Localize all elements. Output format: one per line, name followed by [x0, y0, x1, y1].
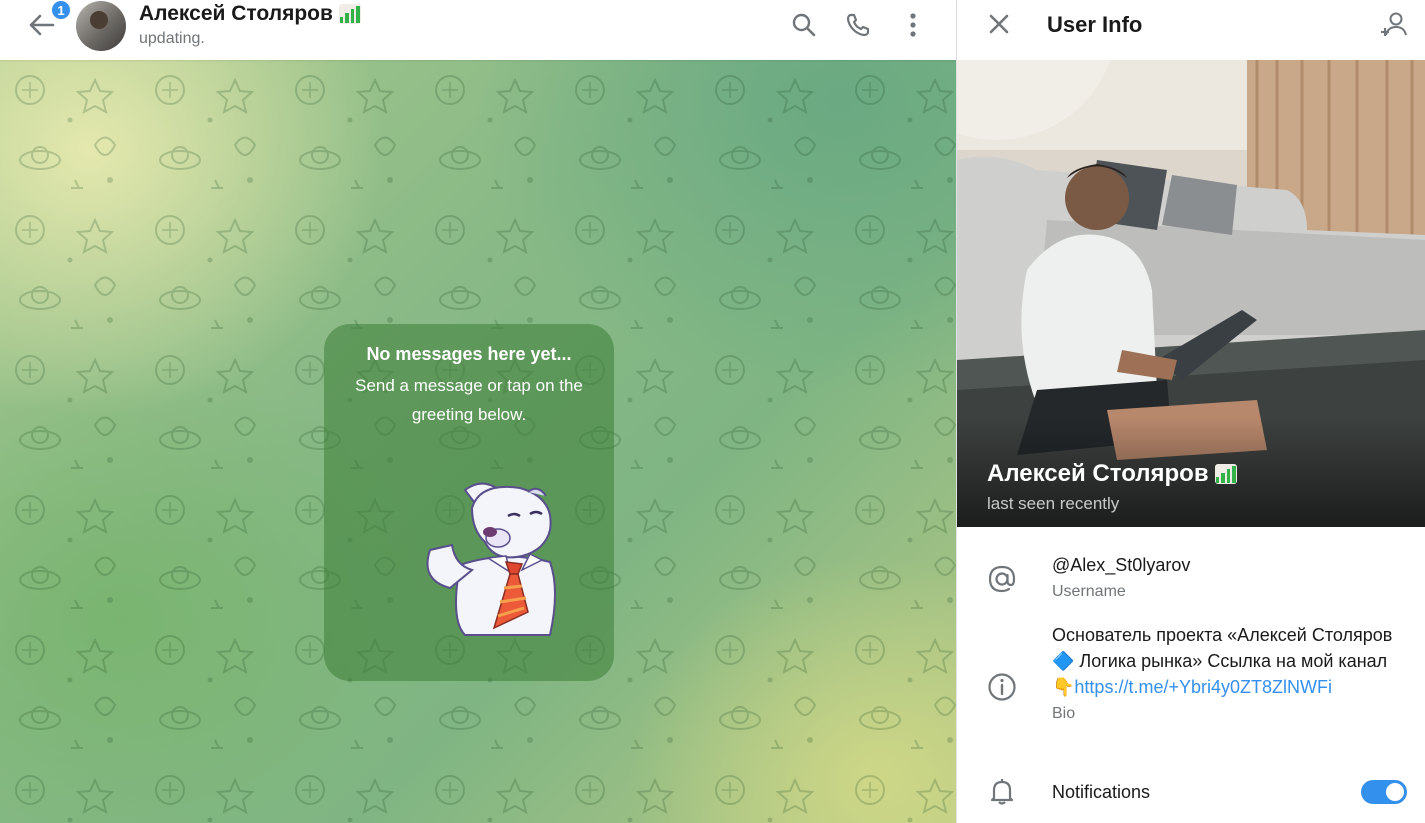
polar-bear-sticker: [426, 482, 556, 636]
username-label: Username: [1052, 583, 1126, 600]
call-button[interactable]: [841, 10, 875, 44]
info-icon: [985, 670, 1019, 704]
add-contact-button[interactable]: [1377, 8, 1413, 44]
bio-text-block: Основатель проекта «Алексей Столяров 🔷 Л…: [1052, 622, 1404, 700]
empty-chat-card: No messages here yet... Send a message o…: [324, 324, 614, 681]
notifications-row[interactable]: Notifications: [957, 768, 1425, 816]
profile-name-text: Алексей Столяров: [987, 460, 1209, 487]
more-vertical-icon: [909, 12, 917, 43]
last-seen: last seen recently: [987, 494, 1120, 513]
panel-header: User Info: [957, 0, 1425, 60]
username-block: @Alex_St0lyarov Username: [1052, 552, 1404, 603]
notifications-label: Notifications: [1052, 782, 1151, 802]
user-info-panel: User Info Алексей Столяров last seen rec…: [956, 0, 1425, 823]
username-row[interactable]: @Alex_St0lyarov Username: [957, 550, 1425, 610]
empty-title: No messages here yet...: [366, 344, 572, 364]
greeting-sticker[interactable]: [410, 470, 570, 640]
chat-title: Алексей Столяров: [139, 2, 361, 26]
bio-block: Основатель проекта «Алексей Столяров 🔷 Л…: [1052, 622, 1404, 725]
more-button[interactable]: [896, 10, 930, 44]
avatar[interactable]: [76, 1, 126, 51]
username-value: @Alex_St0lyarov: [1052, 555, 1191, 575]
add-user-icon: [1381, 10, 1409, 43]
search-icon: [791, 12, 817, 43]
chat-header: 1 Алексей Столяров updating.: [0, 0, 956, 60]
chat-column: 1 Алексей Столяров updating. No messages…: [0, 0, 956, 823]
at-sign-icon: [985, 562, 1019, 596]
profile-photo[interactable]: Алексей Столяров last seen recently: [957, 60, 1425, 527]
bio-label: Bio: [1052, 705, 1076, 722]
empty-subtitle: Send a message or tap on the greeting be…: [355, 376, 583, 424]
profile-name: Алексей Столяров: [987, 460, 1237, 488]
chat-info[interactable]: Алексей Столяров updating.: [139, 2, 361, 48]
bell-icon: [985, 774, 1019, 808]
close-button[interactable]: [981, 8, 1017, 44]
unread-badge: 1: [50, 0, 72, 21]
telegram-app: 1 Алексей Столяров updating. No messages…: [0, 0, 1425, 823]
close-icon: [989, 14, 1009, 39]
chat-status: updating.: [139, 30, 205, 47]
chat-title-text: Алексей Столяров: [139, 2, 333, 25]
arrow-left-icon: [27, 13, 55, 42]
chart-bars-icon: [1214, 464, 1237, 484]
chart-bars-icon: [338, 4, 361, 24]
phone-icon: [845, 12, 871, 43]
bio-link[interactable]: https://t.me/+Ybri4y0ZT8ZlNWFi: [1074, 677, 1332, 697]
search-button[interactable]: [787, 10, 821, 44]
notifications-toggle[interactable]: [1361, 780, 1407, 804]
chat-background: No messages here yet... Send a message o…: [0, 60, 956, 823]
bio-row[interactable]: Основатель проекта «Алексей Столяров 🔷 Л…: [957, 620, 1425, 755]
panel-title: User Info: [1047, 12, 1143, 37]
